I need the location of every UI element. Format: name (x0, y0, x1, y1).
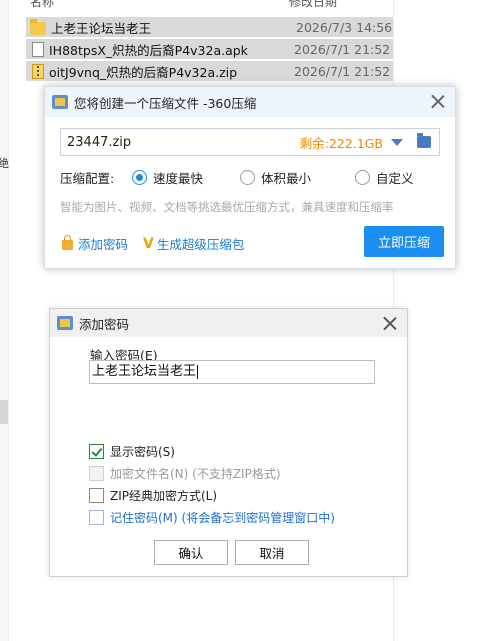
radio-label: 体积最小 (261, 170, 312, 186)
explorer-nav-pane: 绝 (0, 0, 9, 641)
radio-button[interactable] (355, 169, 370, 185)
password-dialog-titlebar[interactable]: 添加密码 (50, 309, 407, 337)
file-date: 2026/7/3 14:56 (296, 19, 393, 35)
nav-pane-scroll-mark[interactable] (0, 400, 8, 424)
config-label: 压缩配置: (60, 170, 115, 186)
remember-password-option[interactable]: 记住密码(M) (将会备忘到密码管理窗口中) (89, 509, 335, 526)
add-password-link[interactable]: 添加密码 (62, 234, 128, 253)
app-logo-icon (57, 316, 73, 330)
password-input[interactable]: 上老王论坛当老王 (89, 360, 375, 384)
checkbox (89, 466, 104, 481)
folder-browse-icon[interactable] (417, 133, 431, 148)
chevron-down-icon[interactable] (391, 138, 403, 146)
radio-custom[interactable]: 自定义 (355, 168, 414, 187)
archive-path-field[interactable]: 23447.zip 剩余:222.1GB (60, 128, 440, 156)
file-name: 上老王论坛当老王 (51, 20, 152, 36)
password-value: 上老王论坛当老王 (92, 364, 197, 379)
app-logo-icon (52, 95, 68, 109)
file-list-header: 名称 修改日期 (26, 0, 393, 12)
file-row[interactable]: IH88tpsX_炽热的后裔P4v32a.apk 2026/7/1 21:52 (26, 39, 393, 59)
radio-label: 速度最快 (153, 170, 204, 186)
compress-dialog-title: 您将创建一个压缩文件 -360压缩 (74, 95, 257, 111)
checkbox-label: 显示密码(S) (110, 445, 175, 459)
compression-config: 压缩配置: 速度最快 体积最小 自定义 (60, 167, 450, 187)
password-dialog: 添加密码 输入密码(E) 上老王论坛当老王 显示密码(S) 加密文件名(N) (… (49, 308, 408, 577)
file-row[interactable]: 上老王论坛当老王 2026/7/3 14:56 (26, 17, 393, 37)
vip-v-icon: V (143, 235, 154, 252)
checkbox-label: 加密文件名(N) (不支持ZIP格式) (110, 467, 281, 481)
radio-button[interactable] (240, 169, 255, 185)
folder-icon (30, 18, 46, 35)
radio-size-smallest[interactable]: 体积最小 (240, 168, 355, 187)
column-header-name[interactable]: 名称 (30, 0, 54, 10)
file-name: IH88tpsX_炽热的后裔P4v32a.apk (49, 42, 248, 58)
compress-dialog-titlebar[interactable]: 您将创建一个压缩文件 -360压缩 (45, 87, 455, 117)
confirm-button[interactable]: 确认 (154, 540, 228, 565)
checkbox-label: ZIP经典加密方式(L) (110, 489, 218, 503)
add-password-label: 添加密码 (78, 237, 129, 252)
checkbox-label: 记住密码(M) (将会备忘到密码管理窗口中) (110, 511, 335, 525)
radio-label: 自定义 (376, 170, 414, 186)
file-name: oitJ9vnq_炽热的后裔P4v32a.zip (49, 64, 238, 80)
password-dialog-title: 添加密码 (79, 316, 130, 332)
radio-button[interactable] (132, 169, 147, 185)
nav-pane-glyph: 绝 (0, 157, 9, 170)
file-row[interactable]: oitJ9vnq_炽热的后裔P4v32a.zip 2026/7/1 21:52 (26, 61, 393, 81)
checkbox[interactable] (89, 444, 104, 459)
compress-dialog: 您将创建一个压缩文件 -360压缩 23447.zip 剩余:222.1GB 压… (44, 86, 456, 269)
checkbox[interactable] (89, 510, 104, 525)
column-header-date[interactable]: 修改日期 (289, 0, 337, 10)
free-space-label: 剩余:222.1GB (299, 135, 383, 151)
compression-hint: 智能为图片、视频、文档等挑选最优压缩方式，兼具速度和压缩率 (60, 200, 394, 214)
zip-file-icon (32, 63, 44, 79)
file-date: 2026/7/1 21:52 (294, 63, 391, 79)
cancel-button[interactable]: 取消 (235, 540, 309, 565)
file-date: 2026/7/1 21:52 (294, 41, 391, 57)
compress-now-button[interactable]: 立即压缩 (364, 226, 444, 257)
super-package-link[interactable]: V 生成超级压缩包 (143, 234, 244, 253)
close-icon[interactable] (431, 94, 445, 108)
radio-speed-fastest[interactable]: 速度最快 (132, 168, 240, 187)
super-package-label: 生成超级压缩包 (156, 237, 245, 252)
apk-file-icon (32, 41, 44, 57)
text-caret (197, 364, 199, 379)
close-icon[interactable] (383, 316, 397, 330)
checkbox[interactable] (89, 488, 104, 503)
zip-classic-encryption-option[interactable]: ZIP经典加密方式(L) (89, 487, 217, 504)
encrypt-filename-option: 加密文件名(N) (不支持ZIP格式) (89, 465, 281, 482)
archive-path-value[interactable]: 23447.zip (61, 135, 300, 150)
lock-icon (62, 235, 73, 250)
show-password-option[interactable]: 显示密码(S) (89, 443, 175, 460)
